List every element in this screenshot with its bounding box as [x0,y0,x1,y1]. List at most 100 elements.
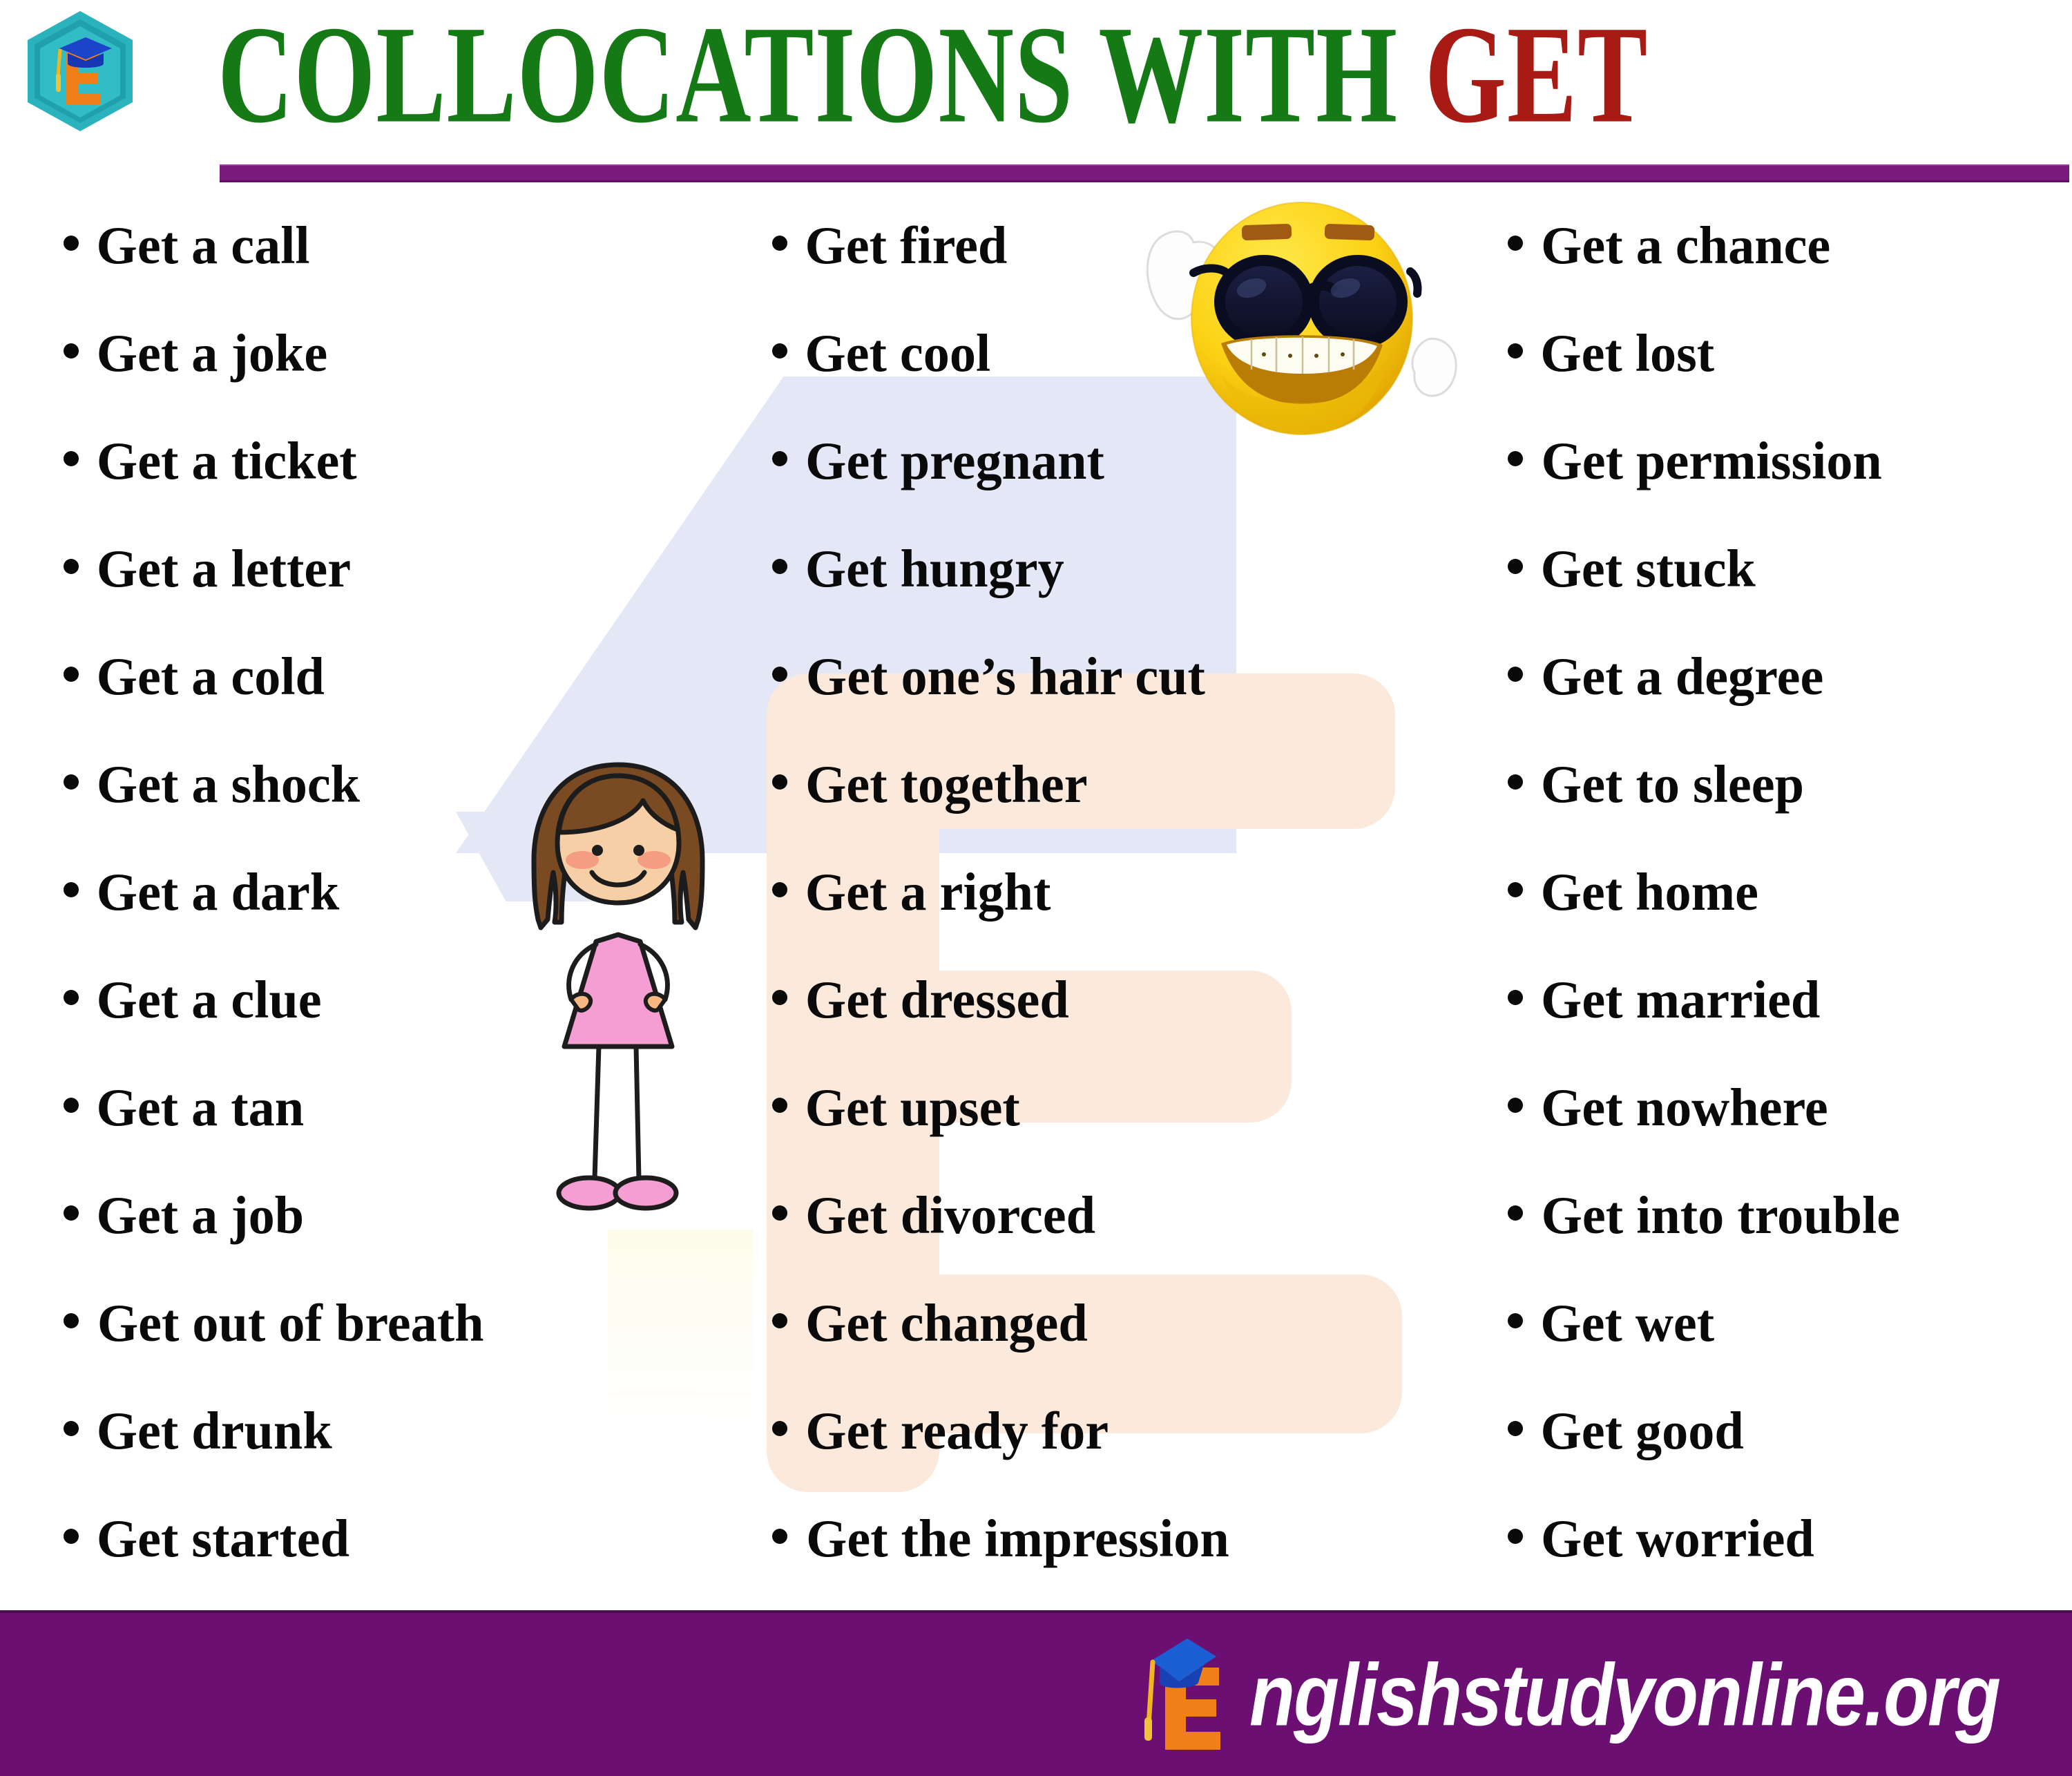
bullet-icon [64,236,79,251]
list-item-label: Get a cold [96,647,325,706]
bullet-icon [64,667,79,682]
list-item: Get dressed [772,946,1475,1053]
list-item: Get permission [1508,407,2072,515]
list-item: Get good [1508,1377,2072,1484]
bullet-icon [1508,236,1523,251]
footer-brand[interactable]: nglishstudyonline.org [1136,1629,2001,1760]
bullet-icon [772,774,787,790]
bullet-icon [64,559,79,574]
list-item-label: Get one’s hair cut [805,647,1205,706]
column-3: Get a chance Get lost Get permission Get… [1475,183,2072,1603]
list-item: Get wet [1508,1269,2072,1377]
bullet-icon [1508,1313,1523,1328]
bullet-icon [64,990,79,1005]
bullet-icon [772,451,787,466]
bullet-icon [772,1205,787,1221]
list-item: Get a call [64,191,732,299]
list-item-label: Get married [1541,970,1821,1029]
page-title: COLLOCATIONS WITH GET [218,5,1995,145]
bullet-icon [772,343,787,359]
bullet-icon [1508,990,1523,1005]
list-item-label: Get a dark [96,862,340,922]
list-item: Get a letter [64,515,732,622]
bullet-icon [64,343,79,359]
bullet-icon [1508,1529,1523,1544]
bullet-icon [772,667,787,682]
list-item-label: Get to sleep [1540,754,1804,814]
bullet-icon [64,1529,79,1544]
list-item-label: Get a degree [1541,647,1824,706]
list-item: Get a degree [1508,622,2072,730]
bullet-icon [772,990,787,1005]
list-item: Get a chance [1508,191,2072,299]
list-item: Get upset [772,1053,1475,1161]
list-item: Get a cold [64,622,732,730]
list-item-label: Get into trouble [1541,1185,1901,1245]
list-item: Get married [1508,946,2072,1053]
page-title-accent: GET [1424,0,1649,153]
list-item: Get hungry [772,515,1475,622]
list-item-label: Get pregnant [805,431,1104,490]
bullet-icon [1508,1098,1523,1113]
collocation-list-3: Get a chance Get lost Get permission Get… [1508,191,2072,1592]
girl-illustration [531,762,705,1211]
list-item: Get into trouble [1508,1161,2072,1269]
list-item-label: Get a job [96,1185,305,1245]
list-item: Get divorced [772,1161,1475,1269]
bullet-icon [64,882,79,897]
bullet-icon [1508,559,1523,574]
list-item-label: Get cool [805,323,991,383]
bullet-icon [64,774,79,790]
list-item-label: Get a letter [96,539,352,598]
collocations-columns: Get a call Get a joke Get a ticket Get a… [0,183,2072,1603]
list-item: Get drunk [64,1377,732,1484]
list-item: Get the impression [772,1484,1475,1592]
title-underline-rule [220,164,2069,182]
list-item: Get together [772,730,1475,838]
bullet-icon [772,236,787,251]
list-item-label: Get dressed [805,970,1069,1029]
bullet-icon [64,451,79,466]
list-item-label: Get fired [805,216,1008,275]
graduation-cap-e-logo [1144,1639,1220,1750]
list-item: Get home [1508,838,2072,946]
list-item: Get to sleep [1508,730,2072,838]
list-item: Get stuck [1508,515,2072,622]
brand-url-text[interactable]: nglishstudyonline.org [1249,1643,2001,1746]
bullet-icon [1508,1421,1523,1436]
list-item: Get started [64,1484,732,1592]
list-item: Get changed [772,1269,1475,1377]
bullet-icon [772,882,787,897]
list-item: Get ready for [772,1377,1475,1484]
bullet-icon [772,1529,787,1544]
list-item-label: Get ready for [805,1401,1109,1460]
list-item-label: Get drunk [96,1401,332,1460]
bullet-icon [772,1313,787,1328]
bullet-icon [64,1205,79,1221]
list-item-label: Get upset [805,1078,1020,1137]
list-item-label: Get good [1540,1401,1744,1460]
bullet-icon [1508,451,1523,466]
bullet-icon [1508,1205,1523,1221]
list-item-label: Get a ticket [96,431,357,490]
list-item-label: Get a call [96,216,310,275]
bullet-icon [1508,774,1523,790]
list-item: Get lost [1508,299,2072,407]
list-item: Get one’s hair cut [772,622,1475,730]
list-item-label: Get a joke [96,323,328,383]
bullet-icon [64,1421,79,1436]
page-title-main: COLLOCATIONS WITH [218,0,1425,153]
list-item-label: Get together [805,754,1088,814]
page-footer: nglishstudyonline.org [0,1610,2072,1776]
list-item-label: Get permission [1541,431,1882,490]
list-item-label: Get hungry [805,539,1064,598]
list-item-label: Get lost [1540,323,1715,383]
list-item-label: Get home [1540,862,1759,922]
list-item-label: Get a shock [96,754,361,814]
list-item-label: Get stuck [1540,539,1756,598]
bullet-icon [64,1098,79,1113]
page-header: COLLOCATIONS WITH GET [0,0,2072,183]
list-item-label: Get wet [1540,1293,1715,1353]
gloved-hand-right [1411,337,1457,397]
list-item: Get out of breath [64,1269,732,1377]
